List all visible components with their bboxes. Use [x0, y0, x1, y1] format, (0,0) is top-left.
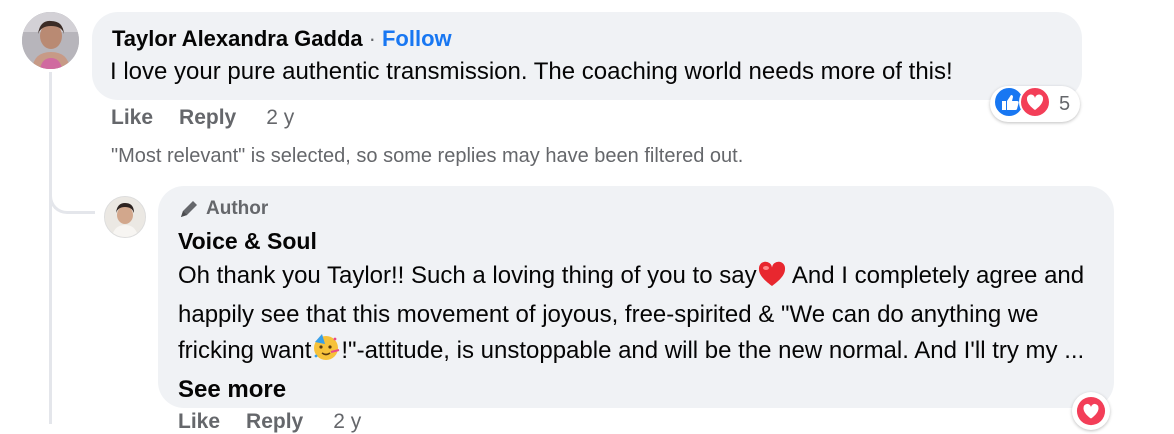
reply-text-part: Oh thank you Taylor!! Such a loving thin… [178, 262, 757, 289]
thread-connector [49, 170, 95, 214]
timestamp[interactable]: 2 y [266, 106, 294, 130]
profile-photo [22, 12, 79, 69]
author-badge: Author [178, 198, 268, 220]
comment-author-name[interactable]: Taylor Alexandra Gadda [112, 26, 363, 52]
profile-photo [105, 197, 145, 237]
pencil-icon [178, 198, 200, 220]
comment-bubble: Taylor Alexandra Gadda · Follow I love y… [92, 12, 1082, 100]
comment-header: Taylor Alexandra Gadda · Follow [112, 26, 452, 52]
reaction-count: 5 [1059, 92, 1071, 115]
like-button[interactable]: Like [178, 410, 220, 434]
reply-author-name[interactable]: Voice & Soul [178, 228, 317, 255]
follow-button[interactable]: Follow [382, 26, 452, 52]
reply-bubble: Author Voice & Soul Oh thank you Taylor!… [158, 186, 1114, 408]
like-button[interactable]: Like [111, 106, 153, 130]
reply-button[interactable]: Reply [246, 410, 303, 434]
reply-reaction[interactable] [1072, 392, 1110, 430]
reply-text: Oh thank you Taylor!! Such a loving thin… [178, 258, 1098, 407]
timestamp[interactable]: 2 y [333, 410, 361, 434]
love-icon [1019, 85, 1051, 123]
comment-actions: Like Reply 2 y [111, 106, 294, 130]
party-face-emoji-icon [311, 332, 341, 372]
reply-button[interactable]: Reply [179, 106, 236, 130]
heart-emoji-icon [757, 261, 787, 297]
reactions-summary[interactable]: 5 [990, 85, 1081, 123]
reply-text-part: !"-attitude, is unstoppable and will be … [341, 337, 1085, 364]
love-icon [1076, 396, 1106, 426]
thread-line [49, 72, 52, 424]
comment-text: I love your pure authentic transmission.… [110, 58, 953, 85]
see-more-link[interactable]: See more [178, 376, 286, 403]
separator-dot: · [368, 26, 376, 51]
reply-actions: Like Reply 2 y [178, 410, 361, 434]
avatar[interactable] [104, 196, 146, 238]
avatar[interactable] [22, 12, 79, 69]
author-badge-label: Author [206, 198, 269, 219]
filter-note: "Most relevant" is selected, so some rep… [111, 145, 744, 167]
